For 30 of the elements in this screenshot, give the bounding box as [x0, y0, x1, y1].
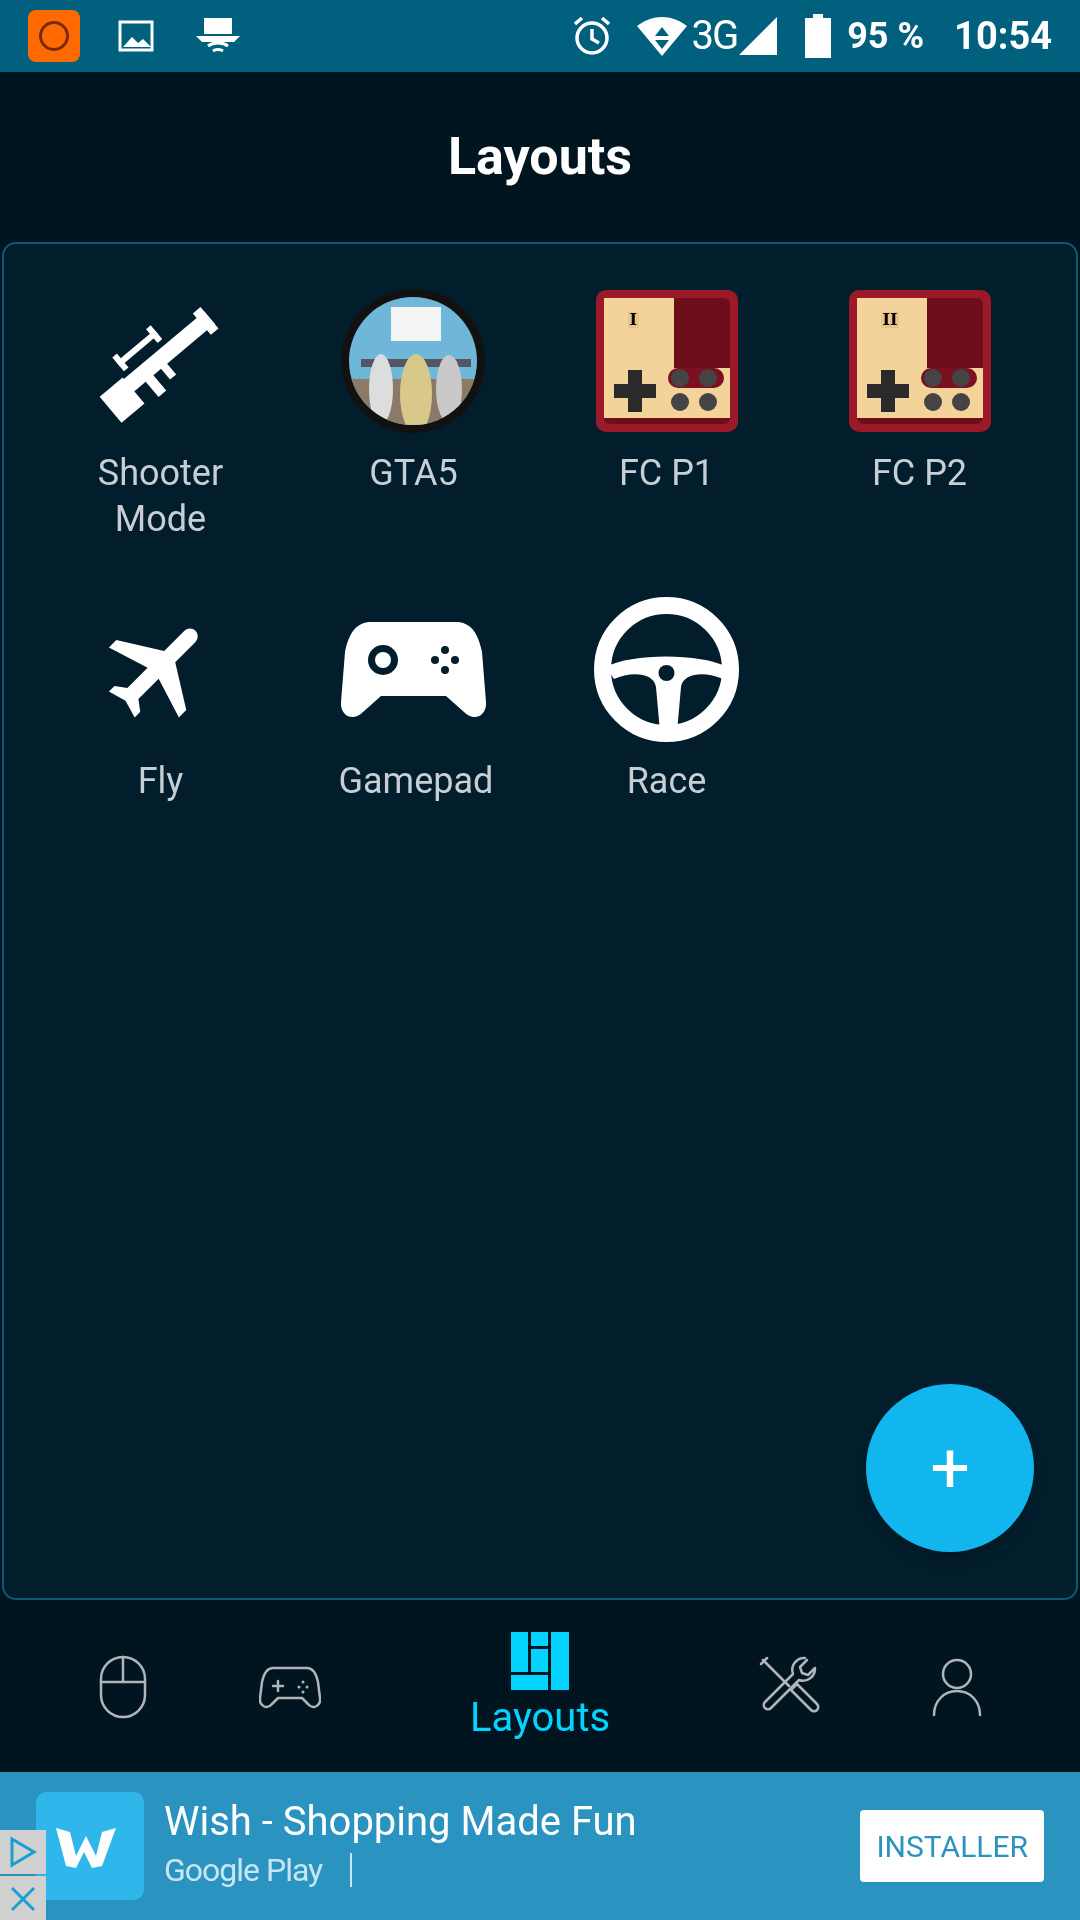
wish-logo-icon: [36, 1792, 144, 1900]
battery-percentage: 95 %: [847, 14, 925, 59]
layout-item[interactable]: Gamepad: [287, 594, 540, 804]
layout-item[interactable]: GTA5: [287, 286, 540, 542]
layout-item[interactable]: I FC P1: [540, 286, 793, 542]
gamepad-icon: [259, 1664, 321, 1710]
controller-icon: [595, 290, 738, 432]
layout-item[interactable]: Fly: [34, 594, 287, 804]
page-title: Layouts: [447, 125, 633, 189]
close-icon: [0, 1876, 46, 1920]
clock: 10:54: [954, 12, 1052, 60]
mouse-icon: [98, 1654, 149, 1720]
layout-item[interactable]: Shooter Mode: [34, 286, 287, 542]
layout-item[interactable]: Race: [540, 594, 793, 804]
controller-icon: [848, 290, 991, 432]
app-icon: [28, 10, 80, 62]
player-number: I: [627, 312, 639, 328]
network-type: 3G: [691, 16, 738, 56]
store-name: Google Play: [164, 1850, 323, 1891]
layouts-icon: [511, 1632, 569, 1690]
image-icon: [118, 20, 154, 52]
wifi-icon: [635, 16, 690, 56]
steering-wheel-icon: [594, 596, 739, 742]
layout-item[interactable]: II FC P2: [793, 286, 1046, 542]
ad-title: Wish - Shopping Made Fun: [164, 1798, 637, 1846]
ad-choices-icon: [0, 1830, 46, 1874]
battery-icon: [805, 14, 832, 58]
profile-icon: [930, 1657, 983, 1717]
signal-icon: [737, 15, 780, 57]
nav-tab[interactable]: Layouts: [373, 1632, 707, 1742]
